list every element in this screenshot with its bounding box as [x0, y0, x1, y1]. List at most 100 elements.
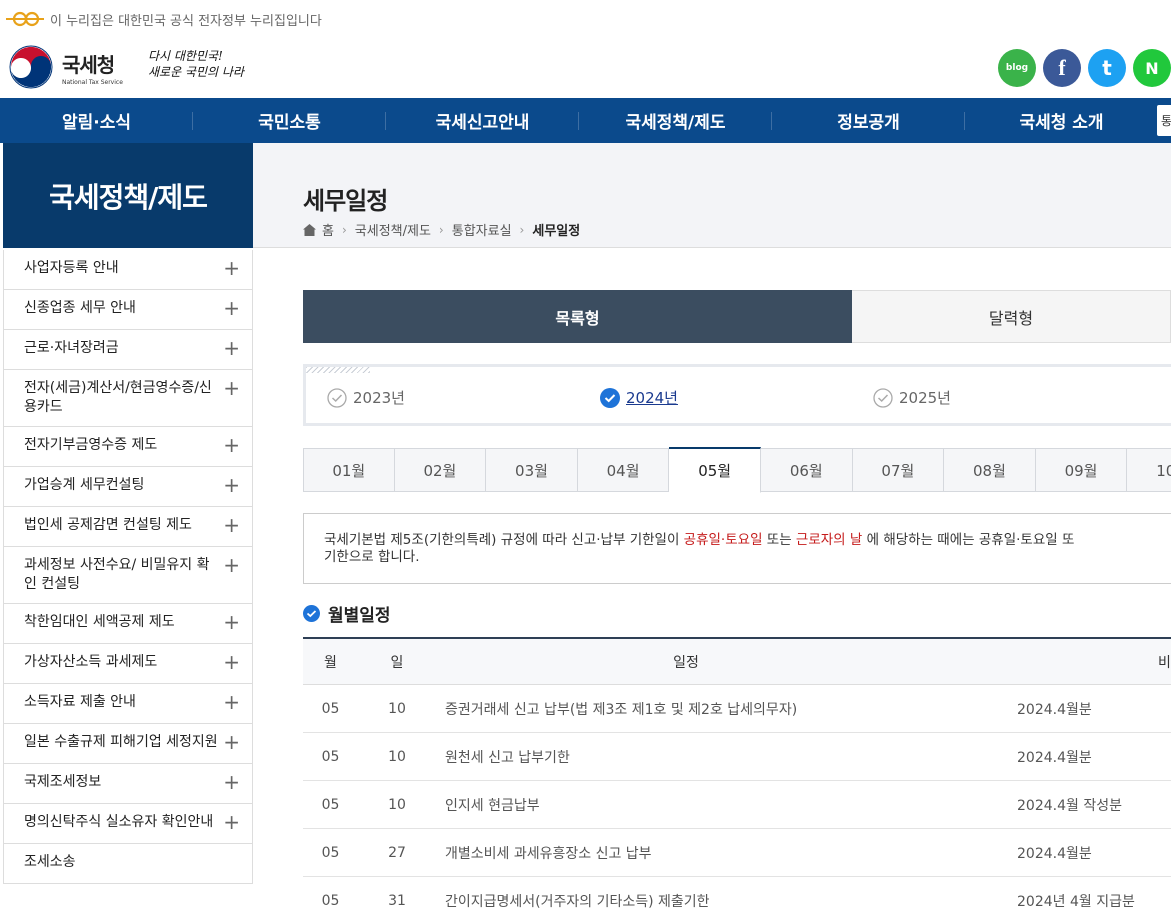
tab-month-08[interactable]: 08월 — [944, 448, 1036, 492]
sidebar-item[interactable]: 근로·자녀장려금 + — [4, 330, 252, 370]
sidebar-item[interactable]: 조세소송 — [4, 844, 252, 884]
nts-logo[interactable]: 국세청 National Tax Service — [8, 44, 123, 90]
tab-month-02[interactable]: 02월 — [394, 448, 487, 492]
cell-month: 05 — [321, 700, 340, 717]
sidebar-item[interactable]: 국제조세정보 + — [4, 764, 252, 804]
plus-icon[interactable]: + — [223, 555, 240, 575]
plus-icon[interactable]: + — [223, 435, 240, 455]
slogan-line2: 새로운 국민의 나라 — [148, 65, 244, 79]
tab-list-view[interactable]: 목록형 — [303, 290, 852, 343]
year-label: 2025년 — [899, 389, 951, 407]
header-note: 비 — [1158, 654, 1171, 671]
tab-month-10[interactable]: 10월 — [1127, 448, 1171, 492]
sidebar-item-label: 법인세 공제감면 컨설팅 제도 — [24, 517, 192, 533]
plus-icon[interactable]: + — [223, 732, 240, 752]
nav-notice[interactable]: 알림·소식 — [0, 98, 193, 143]
header-title: 일정 — [673, 654, 699, 671]
blog-icon[interactable]: blog — [998, 49, 1036, 87]
plus-icon[interactable]: + — [223, 652, 240, 672]
logo-text: 국세청 National Tax Service — [62, 49, 123, 86]
year-option-2025[interactable]: 2025년 — [873, 387, 951, 408]
year-option-2023[interactable]: 2023년 — [327, 387, 405, 408]
notice-text: 또는 — [762, 532, 796, 548]
sidebar-item[interactable]: 전자(세금)계산서/현금영수증/신용카드 + — [4, 370, 252, 427]
sidebar-item[interactable]: 명의신탁주식 실소유자 확인안내 + — [4, 804, 252, 844]
naver-post-icon[interactable]: N — [1133, 49, 1171, 87]
sidebar-item[interactable]: 가업승계 세무컨설팅 + — [4, 467, 252, 507]
plus-icon[interactable]: + — [223, 258, 240, 278]
check-circle-icon — [327, 387, 347, 408]
sidebar-item-label: 국제조세정보 — [24, 774, 102, 790]
sidebar-item[interactable]: 일본 수출규제 피해기업 세정지원 + — [4, 724, 252, 764]
home-icon[interactable] — [303, 223, 316, 236]
cell-note: 2024.4월분 — [1017, 701, 1092, 718]
notice-line2: 기한으로 합니다. — [324, 549, 420, 565]
tab-month-03[interactable]: 03월 — [486, 448, 578, 492]
plus-icon[interactable]: + — [223, 692, 240, 712]
sidebar-item-label: 가업승계 세무컨설팅 — [24, 477, 145, 493]
gov-banner: 이 누리집은 대한민국 공식 전자정부 누리집입니다 — [0, 0, 1171, 38]
sidebar-item[interactable]: 소득자료 제출 안내 + — [4, 684, 252, 724]
nav-disclosure[interactable]: 정보공개 — [772, 98, 965, 143]
plus-icon[interactable]: + — [223, 515, 240, 535]
cell-day: 10 — [388, 796, 406, 813]
sidebar-item-label: 전자(세금)계산서/현금영수증/신용카드 — [24, 380, 212, 415]
table-row: 05 10 증권거래세 신고 납부(법 제3조 제1호 및 제2호 납세의무자)… — [303, 685, 1171, 733]
tab-month-07[interactable]: 07월 — [852, 448, 945, 492]
cell-title: 개별소비세 과세유흥장소 신고 납부 — [445, 845, 652, 862]
sidebar-item[interactable]: 법인세 공제감면 컨설팅 제도 + — [4, 507, 252, 547]
tab-month-05[interactable]: 05월 — [669, 447, 761, 493]
schedule-table: 월 일 일정 비 05 10 증권거래세 신고 납부(법 제3조 제1호 및 제… — [303, 637, 1171, 921]
sidebar-item-label: 사업자등록 안내 — [24, 260, 119, 276]
content-header: 세무일정 홈 › 국세정책/제도 › 통합자료실 › 세무일정 — [253, 143, 1171, 248]
tab-calendar-view[interactable]: 달력형 — [852, 290, 1171, 343]
plus-icon[interactable]: + — [223, 338, 240, 358]
chevron-right-icon: › — [519, 222, 525, 237]
sidebar-item-label: 근로·자녀장려금 — [24, 340, 119, 356]
cell-month: 05 — [321, 844, 340, 861]
notice-box: 국세기본법 제5조(기한의특례) 규정에 따라 신고·납부 기한일이 공휴일·토… — [303, 513, 1171, 584]
nav-communication[interactable]: 국민소통 — [193, 98, 386, 143]
plus-icon[interactable]: + — [223, 378, 240, 398]
notice-text: 에 해당하는 때에는 공휴일·토요일 또 — [862, 532, 1075, 548]
twitter-icon[interactable]: t — [1088, 49, 1126, 87]
cell-month: 05 — [321, 748, 340, 765]
plus-icon[interactable]: + — [223, 612, 240, 632]
slogan-line1: 다시 대한민국! — [148, 49, 223, 63]
breadcrumb: 홈 › 국세정책/제도 › 통합자료실 › 세무일정 — [303, 220, 580, 239]
search-input[interactable]: 통 — [1157, 105, 1171, 136]
plus-icon[interactable]: + — [223, 298, 240, 318]
tab-month-09[interactable]: 09월 — [1035, 448, 1128, 492]
sidebar-item[interactable]: 신종업종 세무 안내 + — [4, 290, 252, 330]
breadcrumb-item[interactable]: 국세정책/제도 — [355, 220, 431, 239]
sidebar-item[interactable]: 과세정보 사전수요/ 비밀유지 확인 컨설팅 + — [4, 547, 252, 604]
sidebar-item[interactable]: 가상자산소득 과세제도 + — [4, 644, 252, 684]
sidebar-item-label: 가상자산소득 과세제도 — [24, 654, 158, 670]
plus-icon[interactable]: + — [223, 475, 240, 495]
plus-icon[interactable]: + — [223, 772, 240, 792]
year-selector: 2023년 2024년 2025년 — [303, 364, 1171, 426]
cell-title: 인지세 현금납부 — [445, 797, 540, 814]
facebook-icon[interactable]: f — [1043, 49, 1081, 87]
notice-highlight: 근로자의 날 — [795, 532, 863, 548]
year-option-2024[interactable]: 2024년 — [600, 387, 678, 408]
sidebar-item[interactable]: 전자기부금영수증 제도 + — [4, 427, 252, 467]
nav-tax-filing[interactable]: 국세신고안내 — [386, 98, 579, 143]
sidebar-item[interactable]: 사업자등록 안내 + — [4, 250, 252, 290]
sidebar-item[interactable]: 착한임대인 세액공제 제도 + — [4, 604, 252, 644]
logo-korean: 국세청 — [62, 52, 115, 77]
cell-day: 10 — [388, 748, 406, 765]
nav-about[interactable]: 국세청 소개 — [965, 98, 1158, 143]
tab-month-04[interactable]: 04월 — [577, 448, 670, 492]
breadcrumb-home[interactable]: 홈 — [322, 220, 334, 239]
cell-day: 27 — [388, 844, 406, 861]
notice-line1: 국세기본법 제5조(기한의특례) 규정에 따라 신고·납부 기한일이 공휴일·토… — [324, 532, 1162, 549]
view-tabs: 목록형 달력형 — [303, 290, 1171, 343]
cell-title: 증권거래세 신고 납부(법 제3조 제1호 및 제2호 납세의무자) — [445, 701, 798, 718]
notice-text: 국세기본법 제5조(기한의특례) 규정에 따라 신고·납부 기한일이 — [324, 532, 684, 548]
plus-icon[interactable]: + — [223, 812, 240, 832]
tab-month-06[interactable]: 06월 — [760, 448, 853, 492]
tab-month-01[interactable]: 01월 — [303, 448, 395, 492]
breadcrumb-item[interactable]: 통합자료실 — [452, 220, 512, 239]
nav-tax-policy[interactable]: 국세정책/제도 — [579, 98, 772, 143]
